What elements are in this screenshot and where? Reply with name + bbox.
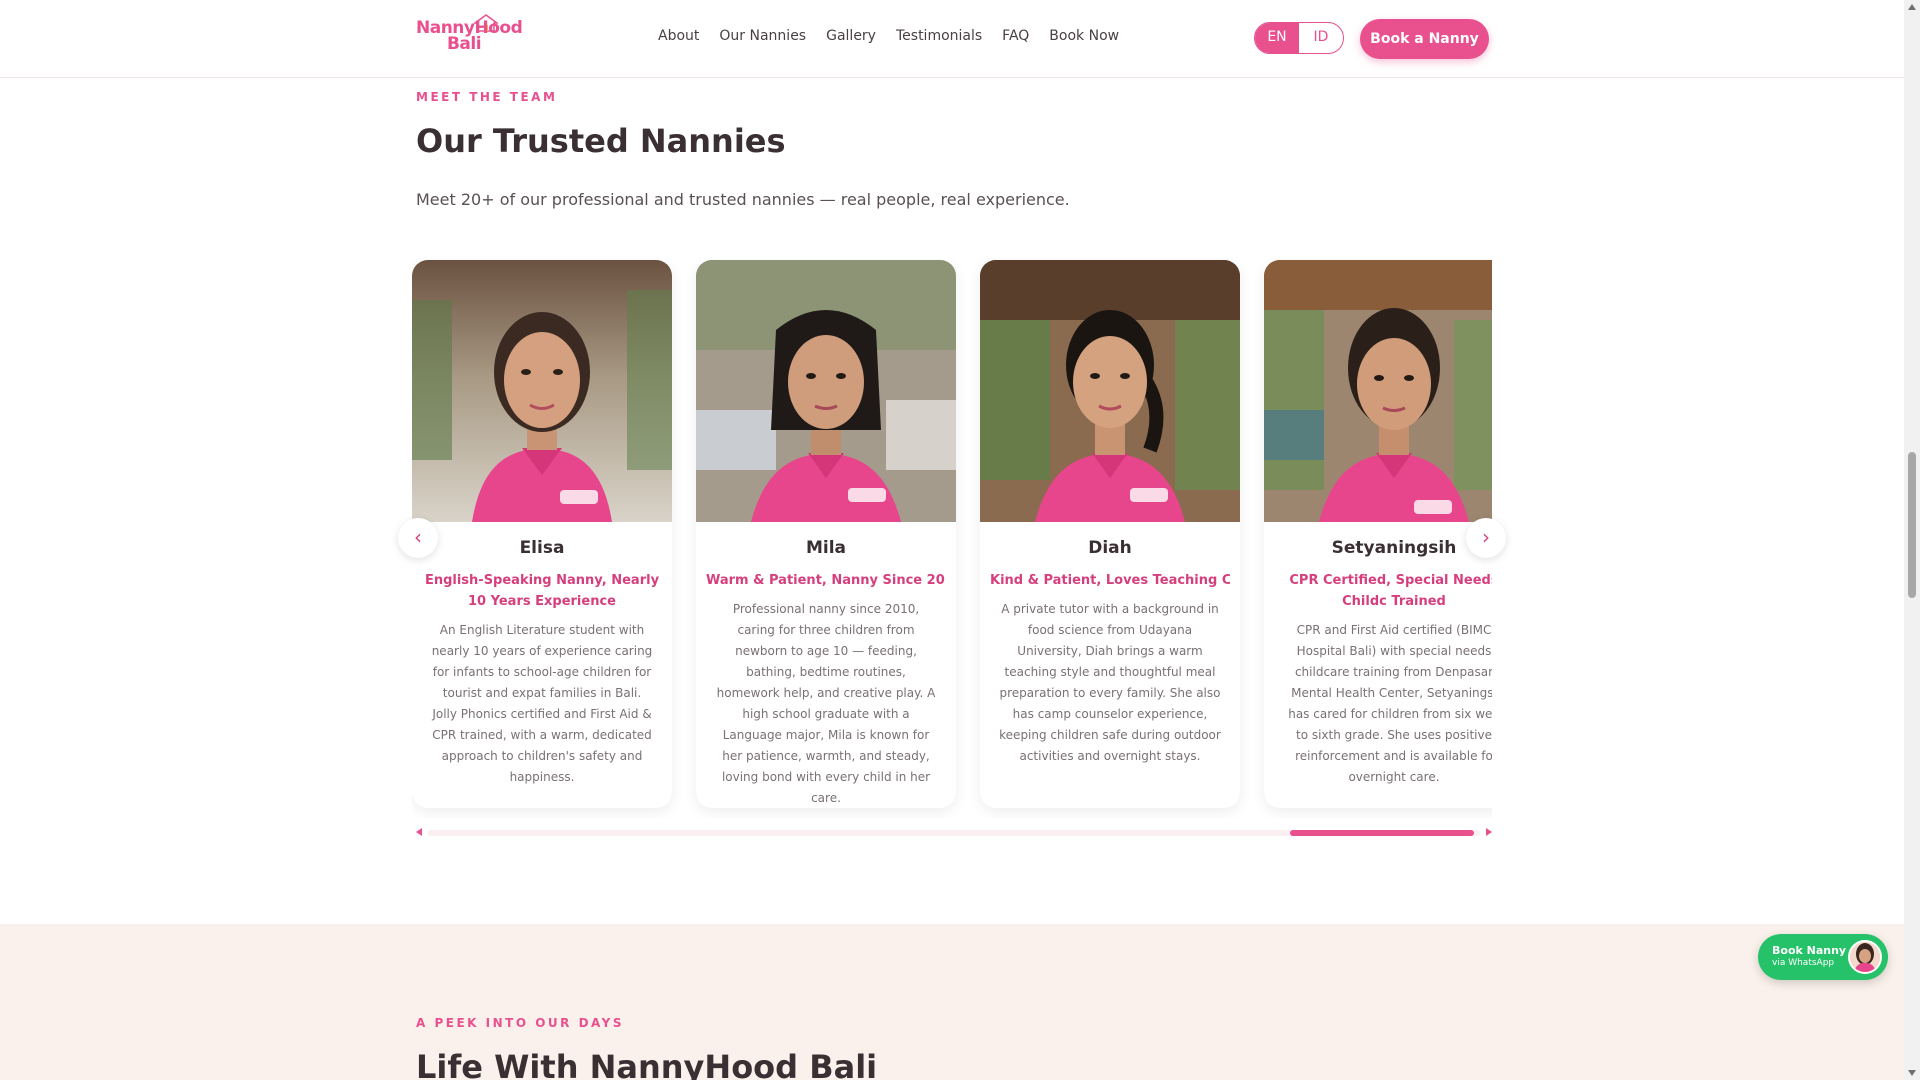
nanny-role: Kind & Patient, Loves Teaching Children — [990, 573, 1230, 588]
chevron-left-icon[interactable]: ‹ — [398, 518, 438, 558]
nanny-card-diah[interactable]: Diah Kind & Patient, Loves Teaching Chil… — [980, 260, 1240, 808]
carousel-scrollbar[interactable] — [416, 828, 1492, 836]
nanny-name: Diah — [1088, 538, 1132, 558]
section-title-days: Life With NannyHood Bali — [416, 1048, 878, 1080]
nav-our-nannies[interactable]: Our Nannies — [719, 28, 806, 44]
nanny-card-setyaningsih[interactable]: Setyaningsih CPR Certified, Special Need… — [1264, 260, 1492, 808]
nanny-carousel: Elisa English-Speaking Nanny, Nearly 10 … — [412, 258, 1492, 818]
nanny-card-mila[interactable]: Mila Warm & Patient, Nanny Since 2010 Pr… — [696, 260, 956, 808]
nav-testimonials[interactable]: Testimonials — [896, 28, 982, 44]
nanny-photo-mila — [696, 260, 956, 522]
scroll-down-arrow-icon[interactable] — [1908, 1070, 1916, 1076]
nanny-description: CPR and First Aid certified (BIMC Hospit… — [1288, 623, 1492, 784]
nanny-role: CPR Certified, Special Needs Childc Trai… — [1289, 573, 1492, 609]
nanny-name: Elisa — [519, 538, 565, 558]
whatsapp-line1: Book Nanny — [1772, 944, 1847, 957]
section-lead-team: Meet 20+ of our professional and trusted… — [416, 190, 1070, 209]
whatsapp-line2: via WhatsApp — [1772, 958, 1835, 968]
nav-gallery[interactable]: Gallery — [826, 28, 876, 44]
nav-faq[interactable]: FAQ — [1002, 28, 1029, 44]
nanny-description: Professional nanny since 2010, caring fo… — [716, 602, 936, 805]
lang-id-button[interactable]: ID — [1299, 23, 1343, 53]
nanny-photo-setyaningsih — [1264, 260, 1492, 522]
book-a-nanny-button[interactable]: Book a Nanny — [1360, 19, 1489, 59]
main-nav: About Our Nannies Gallery Testimonials F… — [658, 28, 1119, 44]
nanny-name: Mila — [805, 538, 847, 558]
whatsapp-book-button[interactable]: Book Nanny via WhatsApp — [1758, 934, 1888, 980]
nanny-card-elisa[interactable]: Elisa English-Speaking Nanny, Nearly 10 … — [412, 260, 672, 808]
nanny-description: A private tutor with a background in foo… — [999, 602, 1221, 763]
nanny-photo-elisa — [412, 260, 672, 522]
section-eyebrow-days: A PEEK INTO OUR DAYS — [416, 1016, 624, 1030]
page-scrollbar[interactable] — [1904, 0, 1920, 1080]
chevron-right-icon[interactable]: › — [1466, 518, 1506, 558]
nanny-avatar-icon — [1848, 940, 1882, 974]
nav-book-now[interactable]: Book Now — [1049, 28, 1119, 44]
language-toggle: EN ID — [1254, 22, 1344, 54]
section-title-team: Our Trusted Nannies — [416, 122, 786, 160]
nanny-role: English-Speaking Nanny, Nearly 10 Years … — [424, 573, 660, 609]
nanny-photo-diah — [980, 260, 1240, 522]
carousel-scroll-thumb[interactable] — [1290, 830, 1474, 836]
scroll-up-arrow-icon[interactable] — [1908, 4, 1916, 10]
days-section: A PEEK INTO OUR DAYS Life With NannyHood… — [0, 924, 1904, 1080]
nanny-description: An English Literature student with nearl… — [431, 623, 653, 784]
scroll-left-arrow-icon[interactable] — [416, 828, 422, 836]
lang-en-button[interactable]: EN — [1255, 23, 1299, 53]
site-header: NannyHood Bali About Our Nannies Gallery… — [0, 0, 1904, 78]
page-scroll-thumb[interactable] — [1908, 452, 1916, 598]
nannyhood-logo[interactable]: NannyHood Bali — [416, 14, 523, 62]
logo-text-bali: Bali — [446, 34, 482, 54]
nanny-name: Setyaningsih — [1331, 538, 1457, 558]
nav-about[interactable]: About — [658, 28, 699, 44]
section-eyebrow-team: MEET THE TEAM — [416, 90, 558, 104]
scroll-right-arrow-icon[interactable] — [1486, 828, 1492, 836]
nanny-role: Warm & Patient, Nanny Since 2010 — [706, 573, 946, 588]
